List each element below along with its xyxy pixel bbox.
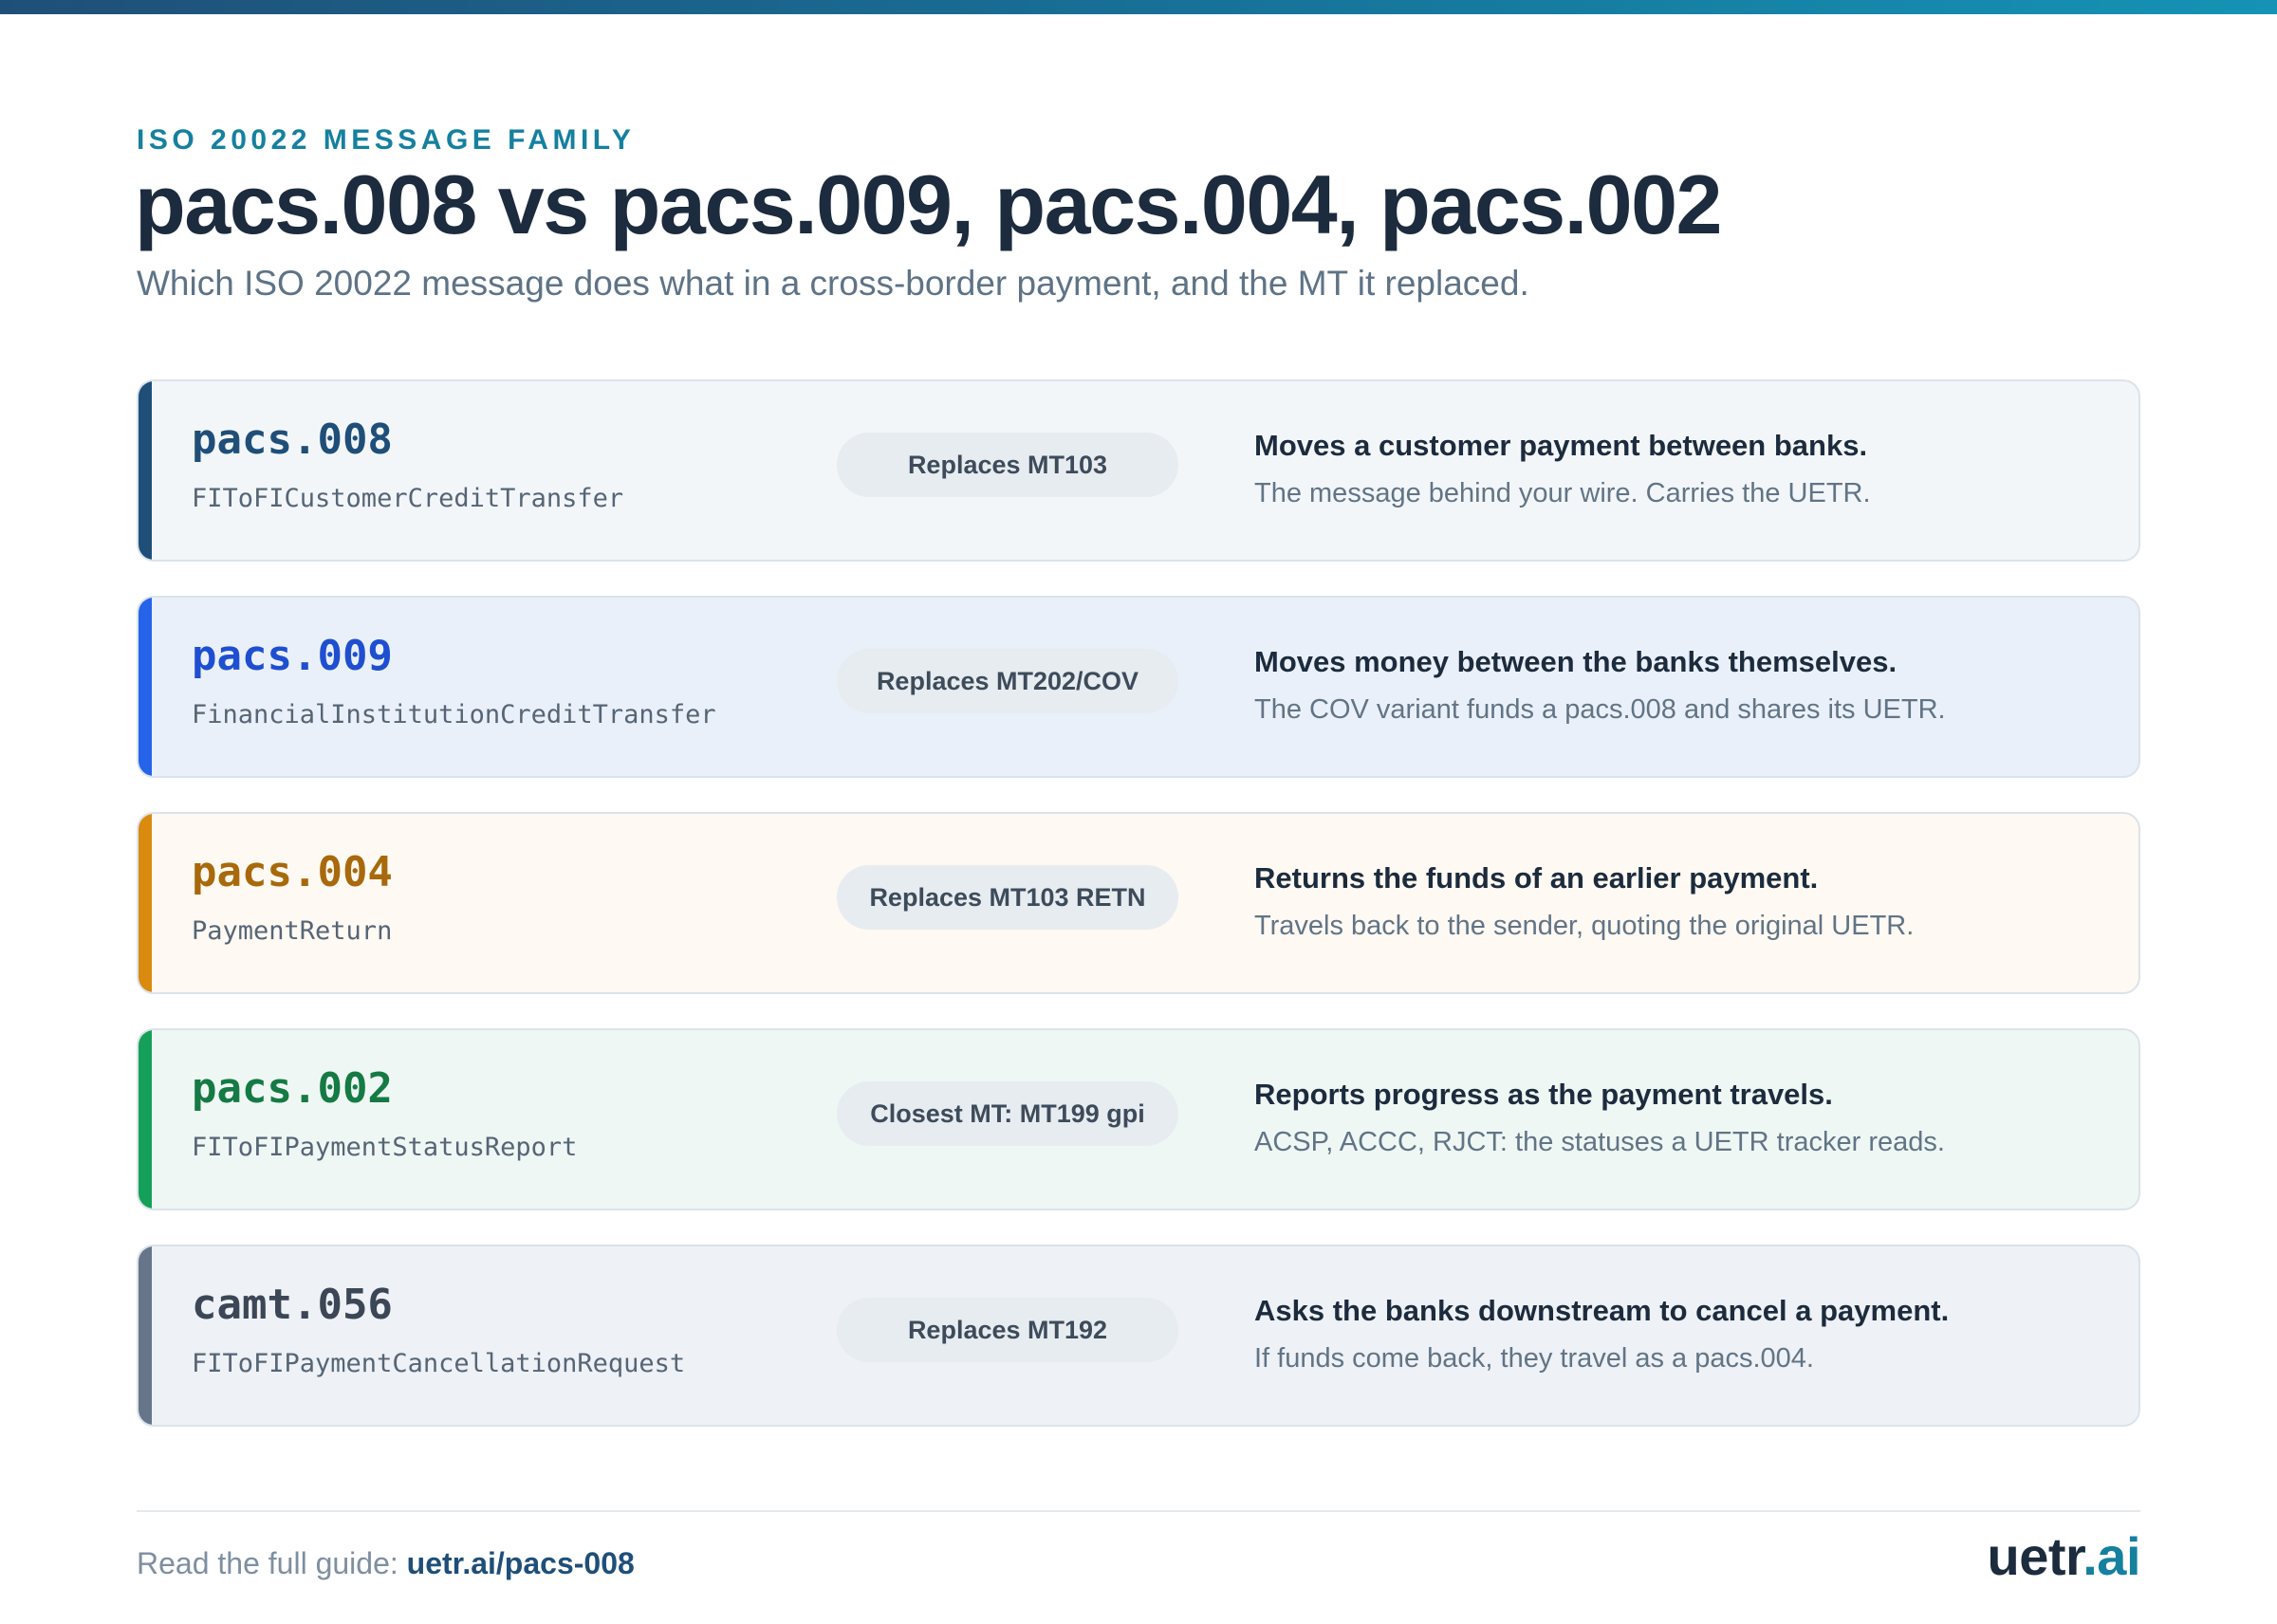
replaces-badge: Replaces MT202/COV [837,649,1178,713]
message-description: ACSP, ACCC, RJCT: the statuses a UETR tr… [1254,1127,1945,1157]
replaces-badge: Closest MT: MT199 gpi [837,1081,1178,1146]
brand-suffix: .ai [2083,1526,2140,1586]
message-long-name: FIToFIPaymentStatusReport [192,1133,578,1162]
message-description: Travels back to the sender, quoting the … [1254,911,1915,941]
footer-divider [137,1510,2140,1512]
message-long-name: PaymentReturn [192,916,393,946]
card-accent-stripe [139,1030,152,1209]
replaces-badge: Replaces MT103 [837,433,1178,497]
message-card-pacs-009: pacs.009 FinancialInstitutionCreditTrans… [137,596,2140,778]
brand-logo: uetr.ai [1987,1525,2141,1587]
top-accent-bar [0,0,2277,14]
message-long-name: FIToFICustomerCreditTransfer [192,484,624,513]
message-card-camt-056: camt.056 FIToFIPaymentCancellationReques… [137,1245,2140,1427]
replaces-badge: Replaces MT192 [837,1298,1178,1362]
footer-prefix: Read the full guide: [137,1546,407,1580]
message-long-name: FIToFIPaymentCancellationRequest [192,1349,686,1378]
message-code: pacs.009 [192,632,393,680]
message-description: The message behind your wire. Carries th… [1254,478,1871,508]
message-card-pacs-008: pacs.008 FIToFICustomerCreditTransfer Re… [137,379,2140,562]
page-title: pacs.008 vs pacs.009, pacs.004, pacs.002 [135,157,1722,251]
message-headline: Asks the banks downstream to cancel a pa… [1254,1294,1950,1327]
message-code: camt.056 [192,1281,393,1329]
message-code: pacs.008 [192,415,393,464]
replaces-badge: Replaces MT103 RETN [837,865,1178,930]
card-accent-stripe [139,814,152,992]
page-subtitle: Which ISO 20022 message does what in a c… [137,264,1529,303]
message-code: pacs.002 [192,1064,393,1113]
message-description: The COV variant funds a pacs.008 and sha… [1254,694,1946,725]
eyebrow-label: ISO 20022 MESSAGE FAMILY [137,124,636,156]
message-code: pacs.004 [192,848,393,896]
message-headline: Reports progress as the payment travels. [1254,1078,1833,1111]
brand-main: uetr [1987,1526,2083,1586]
card-accent-stripe [139,598,152,776]
message-headline: Moves money between the banks themselves… [1254,645,1898,678]
card-accent-stripe [139,1246,152,1425]
message-card-pacs-002: pacs.002 FIToFIPaymentStatusReport Close… [137,1028,2140,1210]
message-headline: Returns the funds of an earlier payment. [1254,861,1819,895]
message-description: If funds come back, they travel as a pac… [1254,1343,1814,1374]
message-long-name: FinancialInstitutionCreditTransfer [192,700,716,729]
card-accent-stripe [139,381,152,560]
footer-guide: Read the full guide: uetr.ai/pacs-008 [137,1546,635,1581]
guide-link[interactable]: uetr.ai/pacs-008 [407,1546,635,1580]
message-card-pacs-004: pacs.004 PaymentReturn Replaces MT103 RE… [137,812,2140,994]
message-headline: Moves a customer payment between banks. [1254,429,1868,462]
